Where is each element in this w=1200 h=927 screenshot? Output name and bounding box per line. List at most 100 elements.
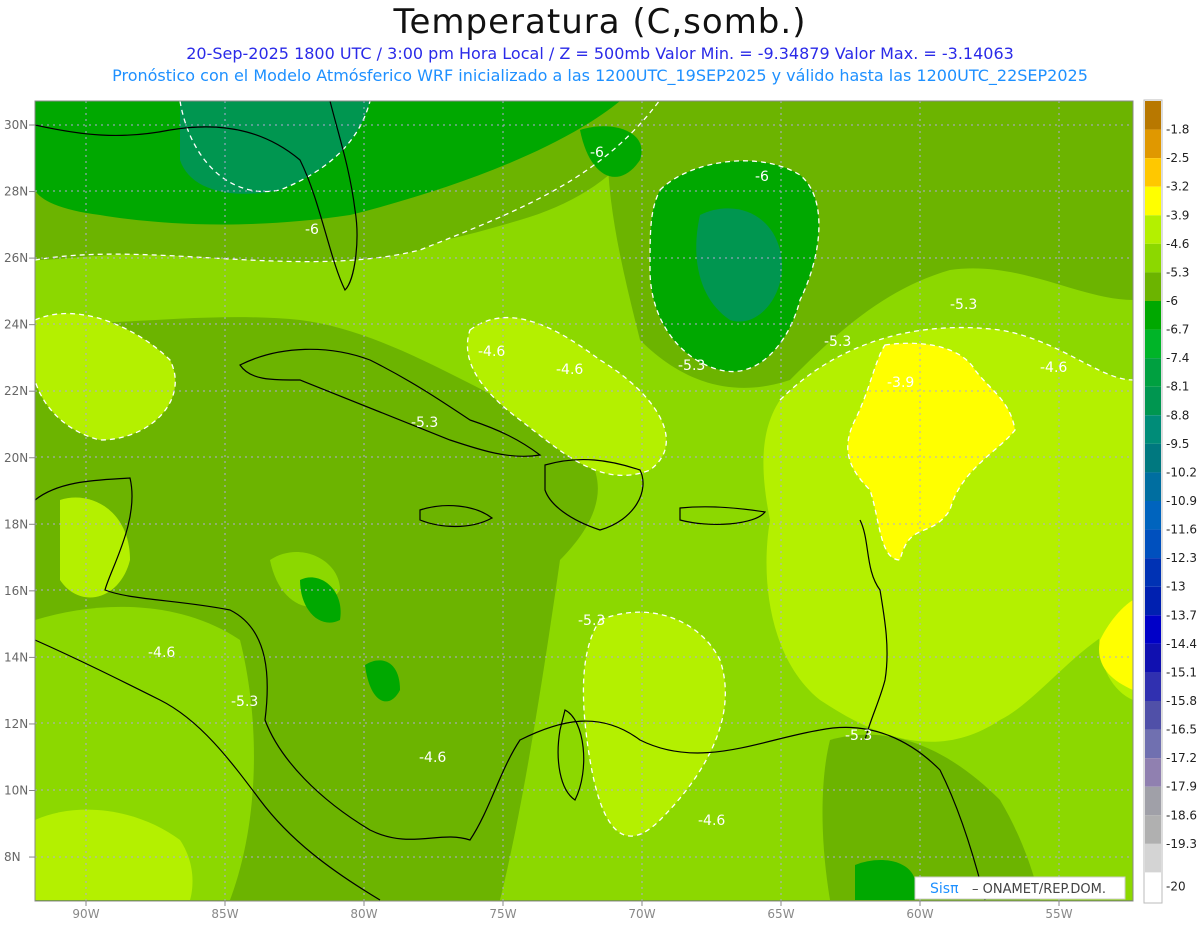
colorbar-swatch (1145, 558, 1161, 587)
colorbar-swatch (1145, 843, 1161, 873)
contour-label: -6 (305, 222, 319, 238)
contour-label: -5.3 (411, 415, 438, 431)
contour-label: -6 (590, 145, 604, 161)
colorbar-swatch (1145, 243, 1161, 273)
lon-tick-label: 70W (628, 907, 655, 921)
lon-tick-label: 90W (72, 907, 99, 921)
colorbar-swatch (1145, 501, 1161, 530)
lat-tick-label: 20N (4, 451, 28, 465)
colorbar-label: -6 (1166, 294, 1178, 308)
colorbar-label: -8.1 (1166, 380, 1189, 394)
contour-label: -4.6 (419, 750, 446, 766)
lat-axis: 30N 28N 26N 24N 22N 20N 18N 16N 14N 12N 10N 8N (4, 118, 35, 864)
colorbar-label: -12.3 (1166, 551, 1197, 565)
colorbar-swatch (1145, 529, 1161, 559)
lat-tick-label: 30N (4, 118, 28, 132)
contour-label: -5.3 (231, 694, 258, 710)
lat-tick-label: 18N (4, 517, 28, 531)
colorbar-label: -2.5 (1166, 151, 1189, 165)
contour-label: -5.3 (845, 728, 872, 744)
colorbar-swatch (1145, 643, 1161, 673)
colorbar-swatch (1145, 758, 1161, 787)
colorbar-label: -10.9 (1166, 494, 1197, 508)
colorbar-label: -11.6 (1166, 523, 1197, 537)
valid-time-subtitle: 20-Sep-2025 1800 UTC / 3:00 pm Hora Loca… (186, 44, 1014, 63)
contour-label: -4.6 (556, 362, 583, 378)
contour-label: -3.9 (887, 375, 914, 391)
contour-label: -5.3 (578, 613, 605, 629)
colorbar-label: -1.8 (1166, 123, 1189, 137)
colorbar: -1.8 -2.5 -3.2 -3.9 -4.6 -5.3 -6 -6.7 -7.4 -8.1 -8… (1143, 99, 1197, 904)
contour-label: -6 (755, 169, 769, 185)
colorbar-swatch (1145, 672, 1161, 701)
contour-label: -4.6 (1040, 360, 1067, 376)
colorbar-label: -13 (1166, 580, 1186, 594)
colorbar-label: -5.3 (1166, 265, 1189, 279)
colorbar-swatch (1145, 615, 1161, 644)
colorbar-swatch (1145, 158, 1161, 187)
colorbar-label: -14.4 (1166, 637, 1197, 651)
colorbar-label: -7.4 (1166, 351, 1189, 365)
lat-tick-label: 12N (4, 717, 28, 731)
colorbar-label: -19.3 (1166, 837, 1197, 851)
colorbar-label: -13.7 (1166, 608, 1197, 622)
colorbar-label: -18.6 (1166, 808, 1197, 822)
colorbar-swatch (1145, 215, 1161, 244)
colorbar-swatch (1145, 872, 1161, 901)
lon-axis: 90W 85W 80W 75W 70W 65W 60W 55W (72, 901, 1073, 921)
colorbar-label: -15.1 (1166, 665, 1197, 679)
contour-label: -5.3 (678, 358, 705, 374)
colorbar-swatch (1145, 301, 1161, 330)
colorbar-swatch (1145, 386, 1161, 416)
colorbar-swatch (1145, 472, 1161, 501)
lon-tick-label: 85W (211, 907, 238, 921)
colorbar-label: -6.7 (1166, 323, 1189, 337)
lon-tick-label: 60W (906, 907, 933, 921)
colorbar-swatch (1145, 358, 1161, 387)
colorbar-swatch (1145, 443, 1161, 473)
sispi-logo: Sisπ (930, 881, 959, 897)
credit-box: Sisπ – ONAMET/REP.DOM. (914, 876, 1126, 900)
colorbar-swatch (1145, 815, 1161, 844)
colorbar-swatch (1145, 729, 1161, 759)
lon-tick-label: 75W (489, 907, 516, 921)
colorbar-label: -15.8 (1166, 694, 1197, 708)
lat-tick-label: 10N (4, 784, 28, 798)
colorbar-swatch (1145, 186, 1161, 216)
colorbar-swatch (1145, 129, 1161, 159)
contour-label: -4.6 (478, 344, 505, 360)
colorbar-swatch (1145, 586, 1161, 616)
lon-tick-label: 80W (350, 907, 377, 921)
colorbar-label: -3.2 (1166, 180, 1189, 194)
lat-tick-label: 14N (4, 650, 28, 664)
colorbar-swatch (1145, 272, 1161, 301)
colorbar-label: -17.2 (1166, 751, 1197, 765)
colorbar-label: -4.6 (1166, 237, 1189, 251)
colorbar-label: -9.5 (1166, 437, 1189, 451)
map-shading (35, 101, 1133, 901)
colorbar-label: -3.9 (1166, 208, 1189, 222)
lat-tick-label: 28N (4, 185, 28, 199)
colorbar-swatch (1145, 786, 1161, 816)
colorbar-label: -20 (1166, 880, 1186, 894)
colorbar-label: -10.2 (1166, 465, 1197, 479)
temperature-map: 30N 28N 26N 24N 22N 20N 18N 16N 14N 12N 10N 8N 90W 8… (4, 99, 1197, 921)
colorbar-swatch (1145, 101, 1161, 130)
model-info-subtitle: Pronóstico con el Modelo Atmósferico WRF… (112, 66, 1088, 85)
lat-tick-label: 24N (4, 318, 28, 332)
colorbar-label: -8.8 (1166, 408, 1189, 422)
lon-tick-label: 55W (1045, 907, 1072, 921)
lat-tick-label: 16N (4, 584, 28, 598)
colorbar-label: -17.9 (1166, 780, 1197, 794)
colorbar-swatch (1145, 701, 1161, 730)
colorbar-swatch (1145, 415, 1161, 444)
lat-tick-label: 26N (4, 251, 28, 265)
credit-text: – ONAMET/REP.DOM. (972, 882, 1106, 897)
chart-title: Temperatura (C,somb.) (393, 2, 807, 42)
contour-label: -5.3 (824, 334, 851, 350)
contour-label: -4.6 (698, 813, 725, 829)
lon-tick-label: 65W (767, 907, 794, 921)
lat-tick-label: 22N (4, 384, 28, 398)
lat-tick-label: 8N (4, 850, 21, 864)
colorbar-swatch (1145, 329, 1161, 359)
